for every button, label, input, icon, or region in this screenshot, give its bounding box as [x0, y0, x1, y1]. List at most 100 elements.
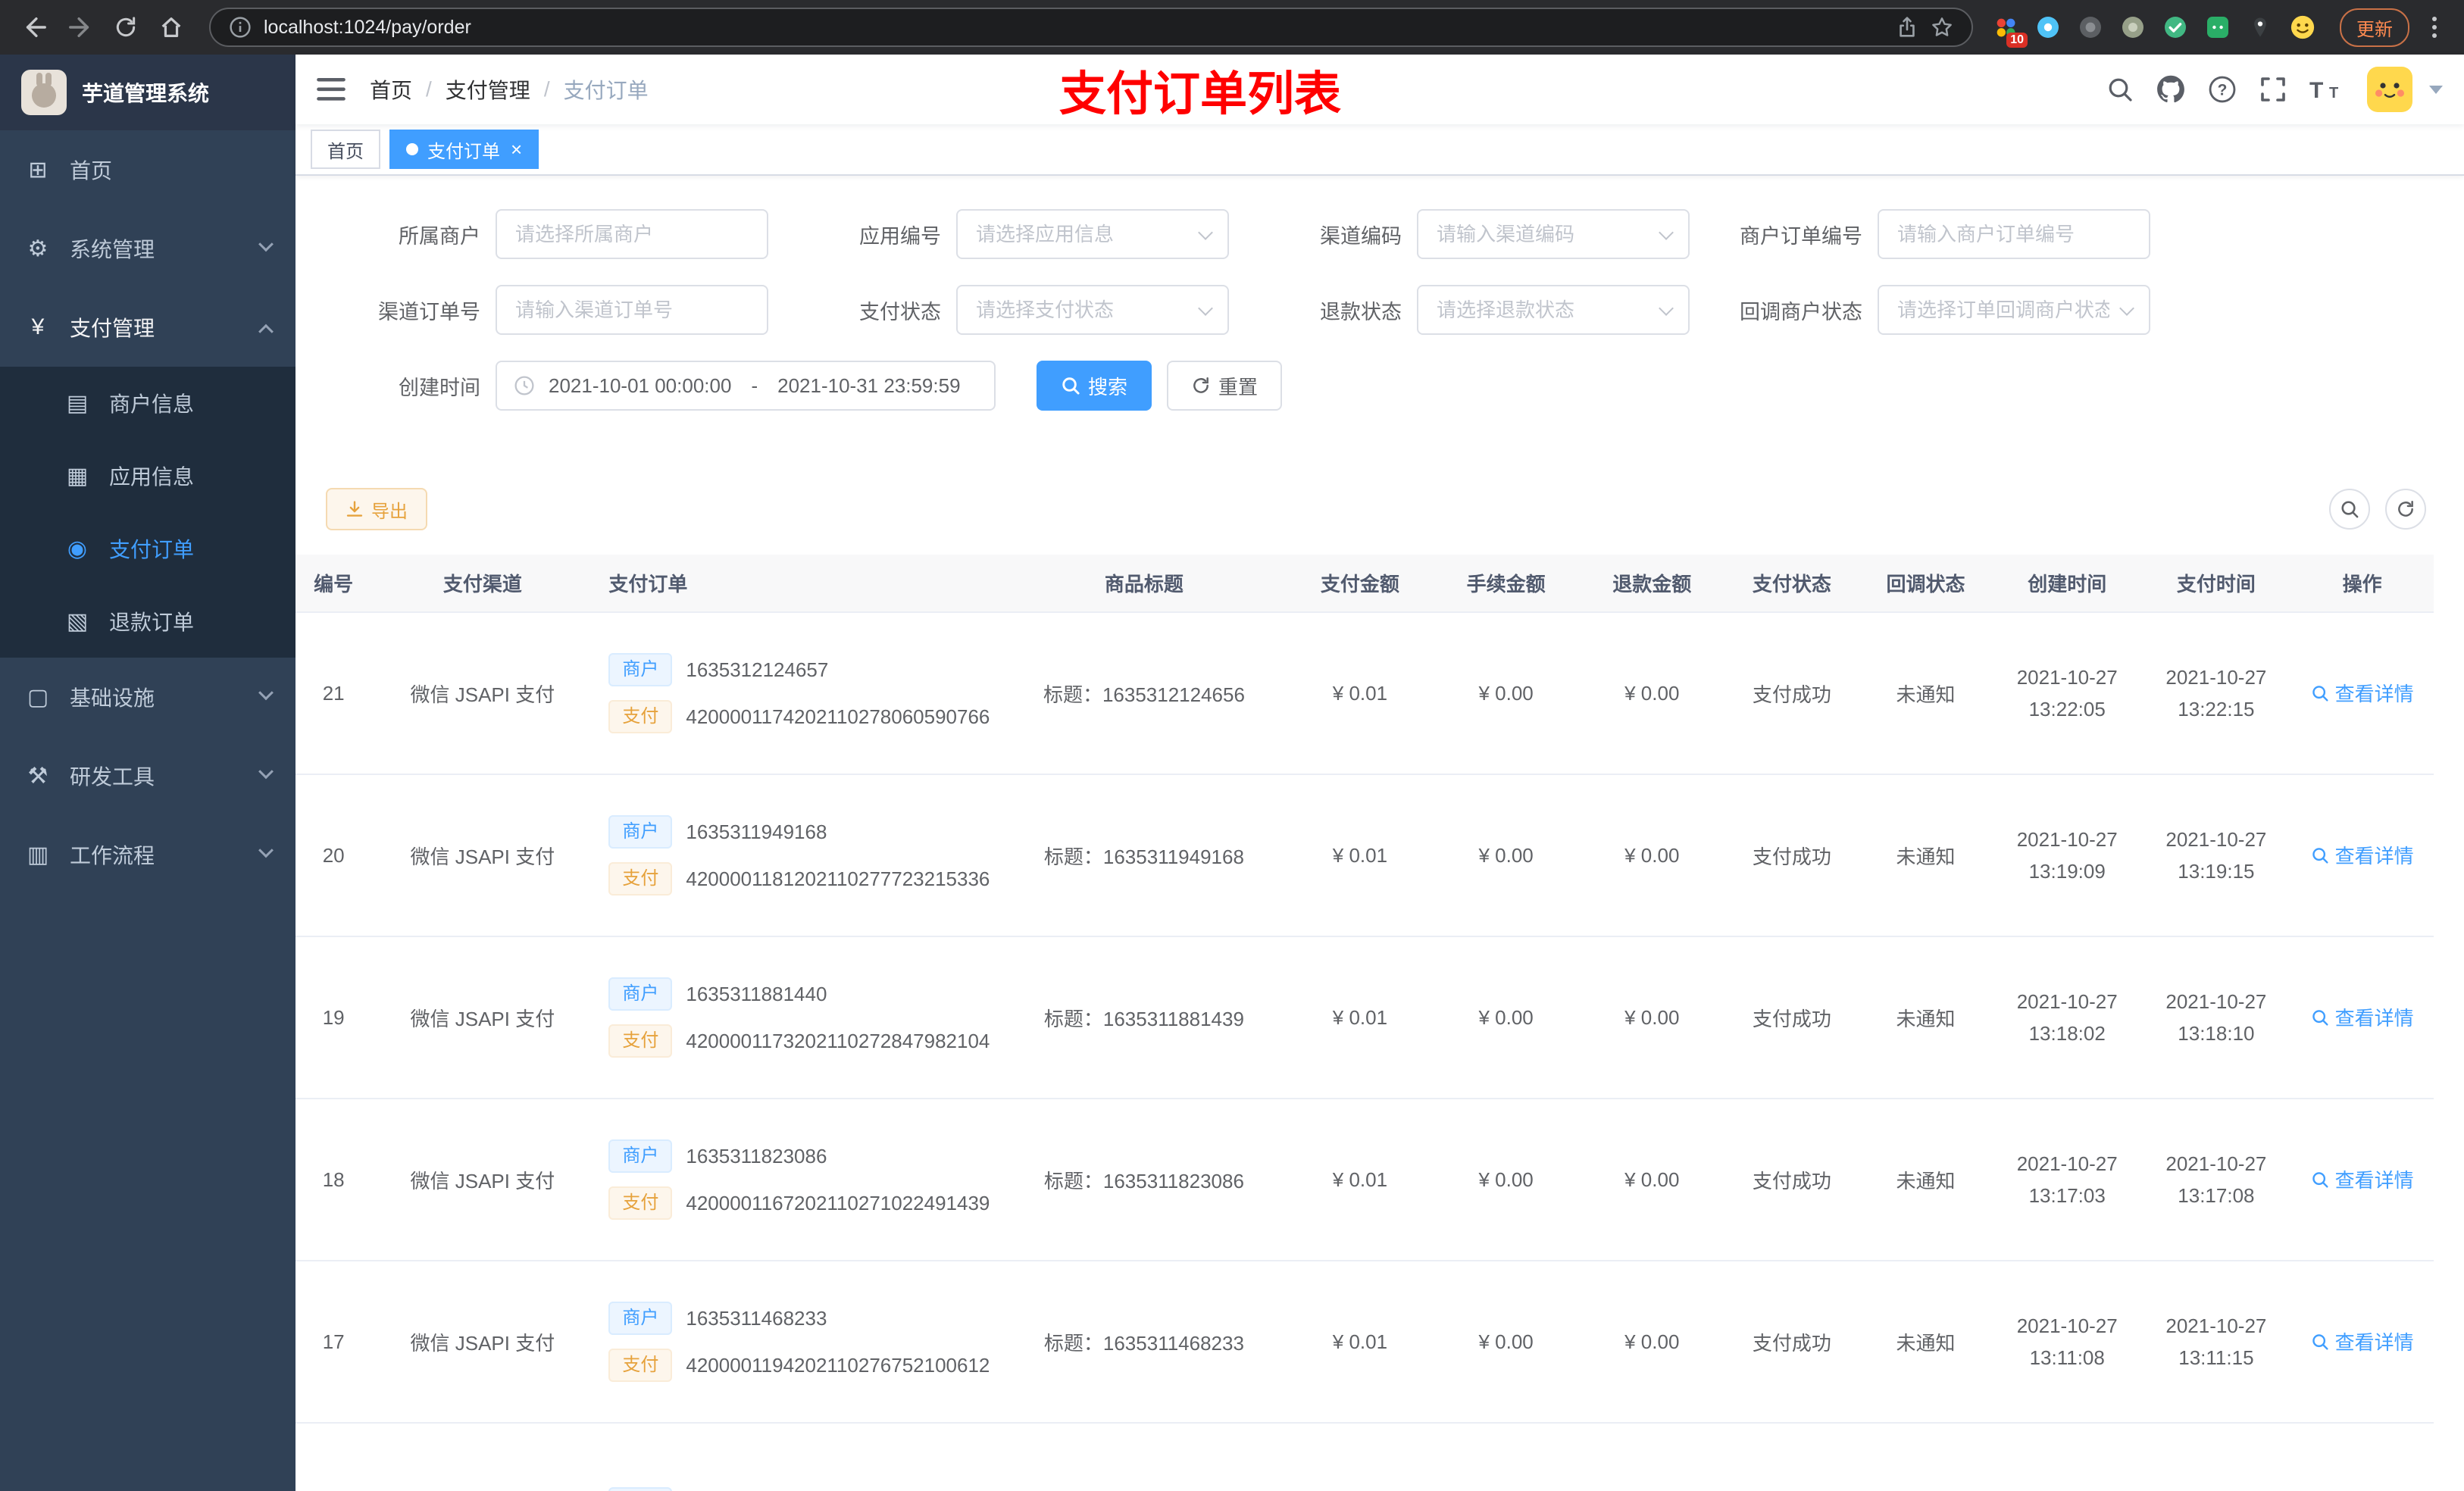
- channel-code-select[interactable]: [1417, 209, 1690, 259]
- callback-status-select[interactable]: [1878, 285, 2150, 335]
- date-end-value[interactable]: 2021-10-31 23:59:59: [777, 374, 960, 398]
- pay-status-select[interactable]: [956, 285, 1229, 335]
- view-detail-link[interactable]: 查看详情: [2311, 1003, 2414, 1031]
- sidebar-item-pay[interactable]: ¥ 支付管理: [0, 288, 295, 367]
- view-icon: [2312, 1172, 2328, 1188]
- cell-pay-status: 支付成功: [1752, 683, 1831, 706]
- pay-status-select-input[interactable]: [956, 285, 1229, 335]
- date-start-value[interactable]: 2021-10-01 00:00:00: [549, 374, 731, 398]
- extension-chat-icon[interactable]: [2203, 13, 2232, 42]
- create-time-range-picker[interactable]: 2021-10-01 00:00:00 - 2021-10-31 23:59:5…: [496, 361, 996, 411]
- channel-order-no-input-wrap[interactable]: [496, 285, 768, 335]
- channel-code-input[interactable]: [1417, 209, 1690, 259]
- pay-tag: 支付: [608, 862, 673, 896]
- monitor-icon: ▢: [27, 684, 49, 710]
- channel-transaction-no: 4200001181202110277723215336: [686, 867, 990, 890]
- kebab-menu-icon[interactable]: [2423, 11, 2446, 44]
- search-icon: [2341, 501, 2359, 518]
- table-body: 21 微信 JSAPI 支付 商户 1635312124657 支付 42000…: [295, 612, 2434, 1491]
- avatar-caret-icon[interactable]: [2429, 85, 2443, 94]
- sidebar-item-merchant-info[interactable]: ▤ 商户信息: [0, 367, 295, 439]
- view-detail-link[interactable]: 查看详情: [2311, 679, 2414, 707]
- view-detail-link[interactable]: 查看详情: [2311, 1327, 2414, 1355]
- site-info-icon[interactable]: [229, 16, 252, 39]
- app-no-select-input[interactable]: [956, 209, 1229, 259]
- export-button-label: 导出: [371, 501, 408, 522]
- home-button[interactable]: [152, 8, 191, 47]
- reload-button[interactable]: [106, 8, 145, 47]
- sidebar-item-home[interactable]: ⊞ 首页: [0, 130, 295, 209]
- fullscreen-icon[interactable]: [2259, 76, 2287, 103]
- profile-avatar-icon[interactable]: [2288, 13, 2317, 42]
- sidebar-item-app-info[interactable]: ▦ 应用信息: [0, 439, 295, 512]
- table-row: 20 微信 JSAPI 支付 商户 1635311949168 支付 42000…: [295, 774, 2434, 937]
- column-header: 创建时间: [1992, 555, 2142, 613]
- extension-olive-icon[interactable]: [2118, 13, 2147, 42]
- filter-channel-order-no: 渠道订单号: [326, 285, 768, 335]
- sidebar-item-pay-order[interactable]: ◉ 支付订单: [0, 512, 295, 585]
- export-button[interactable]: 导出: [326, 488, 427, 530]
- logo-image: [21, 70, 67, 115]
- breadcrumb-item[interactable]: 首页: [370, 74, 412, 105]
- refund-status-select-input[interactable]: [1417, 285, 1690, 335]
- back-button[interactable]: [15, 8, 55, 47]
- sidebar-item-label: 应用信息: [109, 465, 195, 489]
- refund-status-select[interactable]: [1417, 285, 1690, 335]
- extension-pin-icon[interactable]: [2246, 13, 2275, 42]
- merchant-order-no-input[interactable]: [1878, 209, 2150, 259]
- logo-title: 芋道管理系统: [82, 82, 210, 105]
- merchant-order-no-input-wrap[interactable]: [1878, 209, 2150, 259]
- cell-create-time: [1992, 1423, 2142, 1491]
- url-bar[interactable]: localhost:1024/pay/order: [209, 8, 1973, 47]
- help-icon[interactable]: ?: [2208, 75, 2237, 104]
- search-icon[interactable]: [2106, 76, 2134, 103]
- callback-status-select-input[interactable]: [1878, 285, 2150, 335]
- forward-button[interactable]: [61, 8, 100, 47]
- orders-table: 编号 支付渠道 支付订单 商品标题 支付金额 手续金额 退款金额 支付状态 回调状态 创建时间 支付…: [295, 555, 2464, 1491]
- font-size-icon[interactable]: TT: [2309, 76, 2344, 103]
- update-button[interactable]: 更新: [2340, 8, 2409, 47]
- extension-dark-icon[interactable]: [2076, 13, 2105, 42]
- github-icon[interactable]: [2156, 75, 2185, 104]
- toggle-search-button[interactable]: [2329, 489, 2370, 530]
- bookmark-star-icon[interactable]: [1931, 16, 1953, 39]
- hamburger-icon[interactable]: [317, 77, 346, 102]
- breadcrumb-item[interactable]: 支付管理: [446, 74, 530, 105]
- filter-app-no: 应用编号: [786, 209, 1229, 259]
- sidebar-item-refund-order[interactable]: ▧ 退款订单: [0, 585, 295, 658]
- view-detail-link[interactable]: 查看详情: [2311, 1165, 2414, 1193]
- tab-home[interactable]: 首页: [311, 130, 380, 169]
- tab-close-icon[interactable]: ×: [511, 139, 522, 159]
- tab-pay-order[interactable]: 支付订单 ×: [389, 130, 539, 169]
- cell-create-time: 2021-10-27 13:17:03: [1992, 1099, 2142, 1261]
- extension-drop-icon[interactable]: [2034, 13, 2062, 42]
- cell-pay-amount: ¥ 0.01: [1332, 1330, 1388, 1353]
- search-button[interactable]: 搜索: [1037, 361, 1152, 411]
- filter-label-app-no: 应用编号: [859, 224, 941, 248]
- refresh-table-button[interactable]: [2385, 489, 2426, 530]
- merchant-select-input[interactable]: [496, 209, 768, 259]
- sidebar-item-workflow[interactable]: ▥ 工作流程: [0, 815, 295, 894]
- share-icon[interactable]: [1896, 16, 1918, 39]
- cell-product-title: 标题：1635312124656: [1043, 683, 1245, 706]
- app-no-select[interactable]: [956, 209, 1229, 259]
- view-icon: [2312, 1010, 2328, 1026]
- extension-grid-icon[interactable]: 10: [1991, 13, 2028, 48]
- sidebar-item-infra[interactable]: ▢ 基础设施: [0, 658, 295, 736]
- extension-vue-icon[interactable]: [2161, 13, 2190, 42]
- filter-label-create-time: 创建时间: [399, 376, 480, 399]
- sidebar-item-system[interactable]: ⚙ 系统管理: [0, 209, 295, 288]
- sidebar: 芋道管理系统 ⊞ 首页 ⚙ 系统管理 ¥ 支付管理 ▤ 商户信息 ▦ 应用信息 ◉ 支付订单 ▧ 退款订单…: [0, 55, 295, 1491]
- view-detail-link[interactable]: 查看详情: [2311, 841, 2414, 869]
- avatar[interactable]: [2367, 67, 2412, 112]
- pay-tag: 支付: [608, 700, 673, 733]
- merchant-select[interactable]: [496, 209, 768, 259]
- sidebar-item-devtools[interactable]: ⚒ 研发工具: [0, 736, 295, 815]
- url-text[interactable]: localhost:1024/pay/order: [264, 17, 1884, 39]
- column-header: 操作: [2290, 555, 2434, 613]
- reset-button[interactable]: 重置: [1167, 361, 1283, 411]
- view-detail-label: 查看详情: [2334, 845, 2414, 868]
- cell-notify-status: 未通知: [1896, 1169, 1956, 1192]
- channel-order-no-input[interactable]: [496, 285, 768, 335]
- cell-product-title: 标题：1635311468233: [1043, 1331, 1244, 1355]
